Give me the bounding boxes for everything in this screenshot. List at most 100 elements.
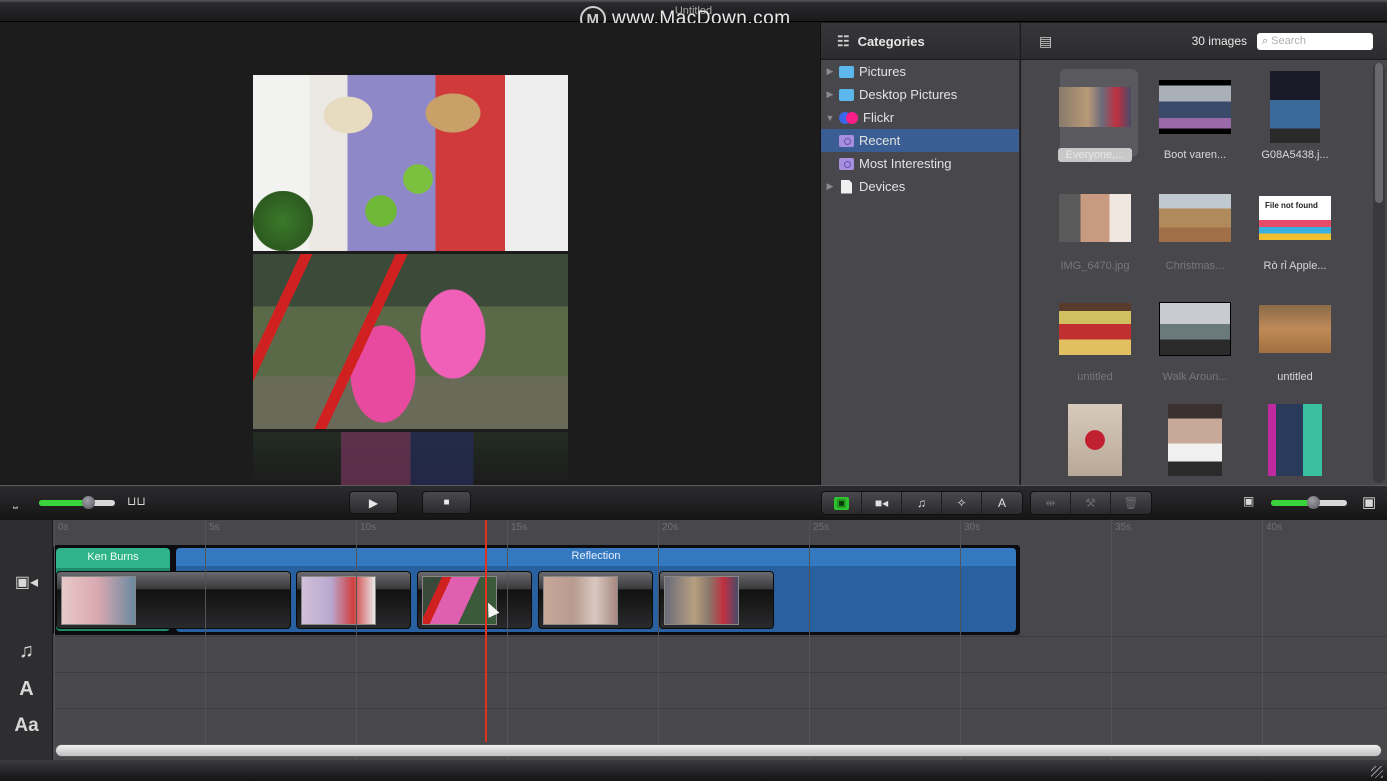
image-thumbnail[interactable]: Walk Aroun... [1145, 285, 1245, 395]
thumbnail-image [1168, 404, 1222, 476]
ruler-tick-label: 15s [511, 522, 528, 533]
thumbnail-label: Rò rỉ Apple... [1263, 260, 1327, 272]
category-item-most-interesting[interactable]: Most Interesting [821, 152, 1019, 175]
resize-grip-icon[interactable] [1371, 766, 1383, 778]
timeline-clip-kitten[interactable] [659, 571, 774, 629]
video-track: Ken Burns Reflection [53, 545, 1020, 635]
scrollbar-thumb[interactable] [1375, 63, 1383, 203]
thumbnail-label: untitled [1277, 371, 1313, 383]
tools-icon: ⚒ [1085, 496, 1096, 510]
large-thumbnail-icon[interactable]: ▣ [1362, 493, 1376, 511]
ruler-tick [1111, 520, 1112, 760]
effect-reflection-label: Reflection [176, 548, 1016, 566]
disclosure-triangle-icon[interactable]: ▶ [821, 89, 839, 100]
categories-title: Categories [857, 33, 925, 49]
app-window: Untitled M www.MacDown.com ☷ Categories … [0, 0, 1387, 781]
thumbnail-label: Boot varen... [1163, 149, 1227, 161]
categories-header: ☷ Categories [821, 23, 1019, 60]
preview-canvas[interactable] [0, 23, 820, 485]
play-button[interactable]: ▶ [349, 491, 398, 514]
thumbnail-size-slider[interactable] [1271, 496, 1347, 509]
photos-icon: ▣ [833, 496, 850, 510]
image-thumbnail[interactable]: Boot varen... [1145, 63, 1245, 173]
image-thumbnail[interactable] [1245, 396, 1345, 485]
category-label: Most Interesting [859, 156, 952, 171]
timeline-zoom-slider[interactable] [39, 496, 115, 509]
thumbnail-image [1059, 194, 1131, 242]
image-thumbnail[interactable]: IMG_6470.jpg [1045, 174, 1145, 284]
timeline-scrollbar[interactable] [55, 744, 1382, 757]
ruler-tick-label: 35s [1115, 522, 1132, 533]
image-thumbnail[interactable]: Everyone,... [1045, 63, 1145, 173]
text-tool-button[interactable]: A [982, 492, 1022, 514]
zoom-out-icon[interactable]: ⎵ [13, 495, 18, 510]
clip-thumbnail [301, 576, 376, 625]
categories-list: ▶ Pictures ▶ Desktop Pictures ▼ Flickr Recent M… [821, 60, 1019, 198]
images-panel: ▤ 30 images ⌕ Search Everyone,... Boot va… [1021, 23, 1387, 485]
image-thumbnail[interactable] [1045, 396, 1145, 485]
small-thumbnail-icon[interactable]: ▣ [1243, 494, 1254, 508]
thumbnail-label: IMG_6470.jpg [1060, 260, 1130, 272]
effect-ken-burns[interactable]: Ken Burns [56, 548, 170, 568]
clip-thumbnail [61, 576, 136, 625]
music-icon: ♫ [917, 496, 926, 510]
status-bar [0, 760, 1387, 781]
image-thumbnail[interactable]: untitled [1045, 285, 1145, 395]
timeline-clip-newborn-twins[interactable] [56, 571, 291, 629]
music-tool-button[interactable]: ♫ [902, 492, 942, 514]
image-count: 30 images [1191, 34, 1247, 48]
track-headers: ▣◂ ♫ A Aa [0, 520, 53, 760]
view-toggle-icon[interactable]: ▤ [1039, 33, 1052, 50]
video-track-icon: ▣◂ [14, 574, 39, 591]
preview-photo-playground [253, 254, 568, 429]
ruler-tick-label: 30s [964, 522, 981, 533]
audio-track-icon: ♫ [19, 640, 34, 662]
category-label: Flickr [863, 110, 895, 125]
disclosure-triangle-icon[interactable]: ▶ [821, 181, 839, 192]
thumbnail-image: File not found [1259, 196, 1331, 240]
timeline[interactable]: ▣◂ ♫ A Aa Ken Burns Reflection 0s 5s 10s 15… [0, 520, 1387, 760]
thumbnail-image [1068, 404, 1122, 476]
delete-tool-button[interactable]: 🗑 [1111, 492, 1151, 514]
slider-thumb[interactable] [1306, 496, 1320, 509]
ruler-tick [809, 520, 810, 760]
clip-thumbnail [664, 576, 739, 625]
tools-tool-button[interactable]: ⚒ [1071, 492, 1111, 514]
image-grid-scrollbar[interactable] [1373, 63, 1385, 483]
timeline-clip-sleeping-baby[interactable] [538, 571, 653, 629]
photo-folder-icon [839, 134, 854, 147]
thumbnail-image [1159, 80, 1231, 134]
image-thumbnail[interactable] [1145, 396, 1245, 485]
split-tool-button[interactable]: ⇹ [1031, 492, 1071, 514]
edit-tools-segment: ⇹ ⚒ 🗑 [1030, 491, 1152, 515]
ruler-tick [507, 520, 508, 760]
timeline-clip-kids-with-hats[interactable] [296, 571, 411, 629]
timeline-clip-girls-on-playground[interactable] [417, 571, 532, 629]
image-thumbnail[interactable]: Christmas... [1145, 174, 1245, 284]
video-tool-button[interactable]: ■◂ [862, 492, 902, 514]
preview-photo-reflection [253, 432, 568, 485]
image-thumbnail[interactable]: G08A5438.j... [1245, 63, 1345, 173]
stop-button[interactable]: ■ [422, 491, 471, 514]
zoom-in-ruler-icon[interactable]: ⊔⊔ [127, 494, 146, 508]
playhead[interactable] [485, 520, 487, 742]
image-thumbnail[interactable]: untitled [1245, 285, 1345, 395]
disclosure-triangle-icon[interactable]: ▼ [821, 113, 839, 123]
category-item-desktop-pictures[interactable]: ▶ Desktop Pictures [821, 83, 1019, 106]
video-icon: ■◂ [874, 496, 889, 510]
category-item-flickr[interactable]: ▼ Flickr [821, 106, 1019, 129]
thumbnail-label: G08A5438.j... [1261, 149, 1329, 161]
category-item-pictures[interactable]: ▶ Pictures [821, 60, 1019, 83]
search-input[interactable]: ⌕ Search [1257, 32, 1373, 50]
category-label: Devices [859, 179, 906, 194]
thumbnail-image [1059, 87, 1131, 127]
effects-tool-button[interactable]: ✧ [942, 492, 982, 514]
image-thumbnail[interactable]: File not found Rò rỉ Apple... [1245, 174, 1345, 284]
slider-thumb[interactable] [82, 496, 96, 509]
control-bar: ⎵ ⊔⊔ ▶ ■ ▣ ■◂ ♫ ✧ A ⇹ ⚒ 🗑 ▣ ▣ [0, 485, 1387, 520]
category-item-devices[interactable]: ▶ Devices [821, 175, 1019, 198]
photos-tool-button[interactable]: ▣ [822, 492, 862, 514]
disclosure-triangle-icon[interactable]: ▶ [821, 66, 839, 77]
delete-icon: 🗑 [1123, 496, 1139, 510]
category-item-recent[interactable]: Recent [821, 129, 1019, 152]
